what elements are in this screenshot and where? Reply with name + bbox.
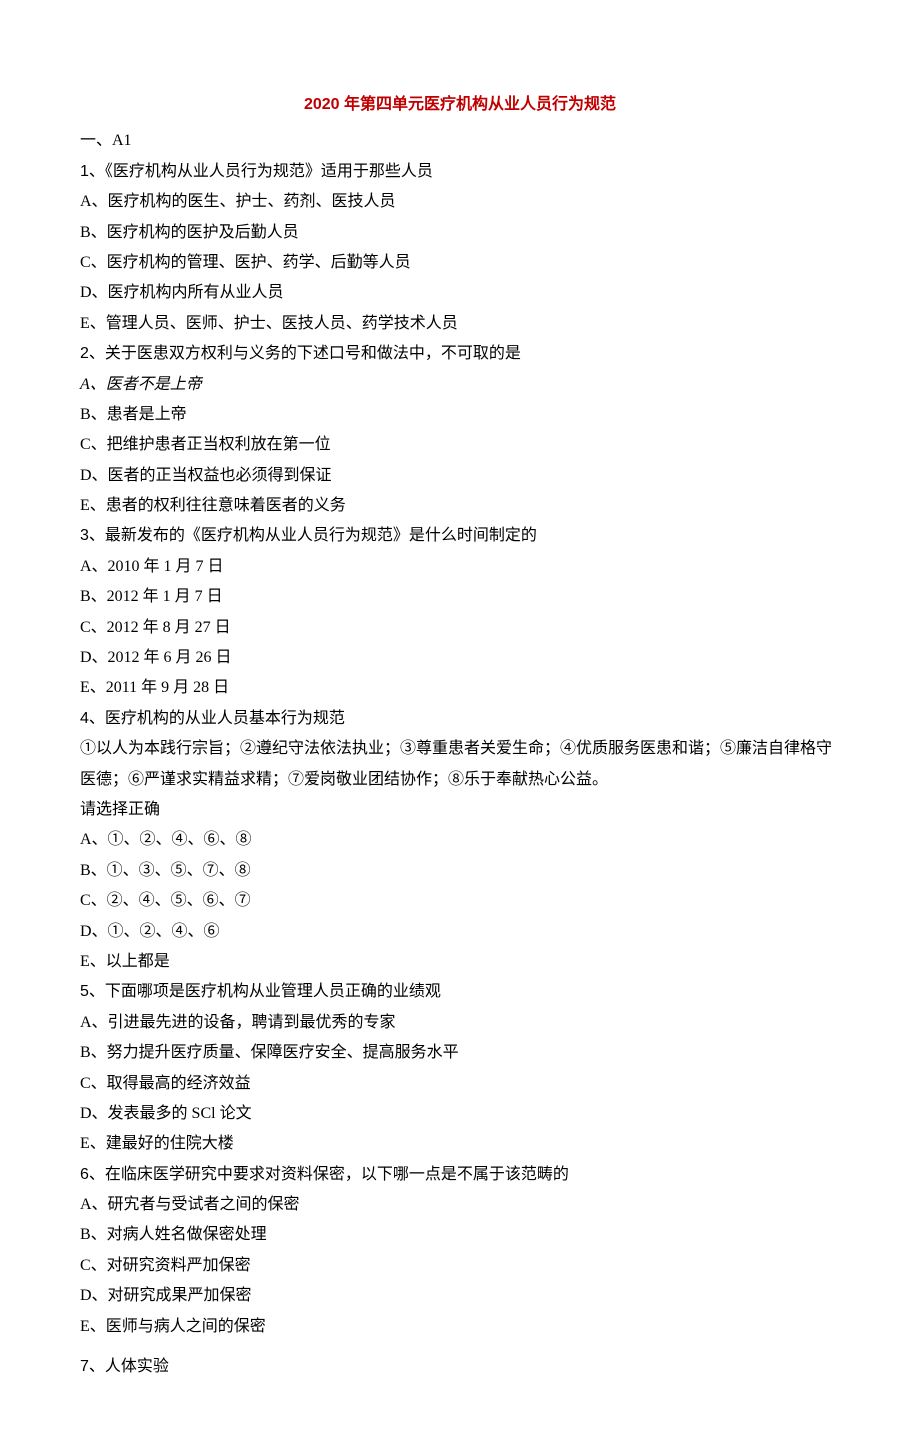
q5-stem: 5、下面哪项是医疗机构从业管理人员正确的业绩观: [80, 977, 840, 1007]
q1-option-e: E、管理人员、医师、护士、医技人员、药学技术人员: [80, 309, 840, 339]
q1-option-d: D、医疗机构内所有从业人员: [80, 278, 840, 308]
q1-option-b: B、医疗机构的医护及后勤人员: [80, 218, 840, 248]
q5-option-d: D、发表最多的 SCl 论文: [80, 1099, 840, 1129]
q5-option-c: C、取得最高的经济效益: [80, 1069, 840, 1099]
q3-option-b: B、2012 年 1 月 7 日: [80, 582, 840, 612]
q6-stem: 6、在临床医学研究中要求对资料保密，以下哪一点是不属于该范畴的: [80, 1160, 840, 1190]
section-label: 一、A1: [80, 126, 840, 156]
q1-option-a: A、医疗机构的医生、护士、药剂、医技人员: [80, 187, 840, 217]
q2-option-a: A、医者不是上帝: [80, 370, 840, 400]
q1-stem: 1、《医疗机构从业人员行为规范》适用于那些人员: [80, 157, 840, 187]
q2-option-e: E、患者的权利往往意味着医者的义务: [80, 491, 840, 521]
q2-option-d: D、医者的正当权益也必须得到保证: [80, 461, 840, 491]
q6-option-d: D、对研究成果严加保密: [80, 1281, 840, 1311]
q3-stem: 3、最新发布的《医疗机构从业人员行为规范》是什么时间制定的: [80, 521, 840, 551]
q6-option-b: B、对病人姓名做保密处理: [80, 1220, 840, 1250]
q3-option-e: E、2011 年 9 月 28 日: [80, 673, 840, 703]
q2-option-b: B、患者是上帝: [80, 400, 840, 430]
q6-option-e: E、医师与病人之间的保密: [80, 1312, 840, 1342]
q4-desc: ①以人为本践行宗旨；②遵纪守法依法执业；③尊重患者关爱生命；④优质服务医患和谐；…: [80, 734, 840, 795]
q4-option-a: A、①、②、④、⑥、⑧: [80, 825, 840, 855]
q3-option-d: D、2012 年 6 月 26 日: [80, 643, 840, 673]
q5-option-e: E、建最好的住院大楼: [80, 1129, 840, 1159]
q5-option-a: A、引进最先进的设备，聘请到最优秀的专家: [80, 1008, 840, 1038]
q4-option-c: C、②、④、⑤、⑥、⑦: [80, 886, 840, 916]
document-title: 2020 年第四单元医疗机构从业人员行为规范: [80, 90, 840, 120]
q4-option-b: B、①、③、⑤、⑦、⑧: [80, 856, 840, 886]
q7-stem: 7、人体实验: [80, 1352, 840, 1382]
q4-option-d: D、①、②、④、⑥: [80, 917, 840, 947]
q3-option-c: C、2012 年 8 月 27 日: [80, 613, 840, 643]
q4-prompt: 请选择正确: [80, 795, 840, 825]
q4-option-e: E、以上都是: [80, 947, 840, 977]
q2-option-c: C、把维护患者正当权利放在第一位: [80, 430, 840, 460]
q6-option-c: C、对研究资料严加保密: [80, 1251, 840, 1281]
q5-option-b: B、努力提升医疗质量、保障医疗安全、提高服务水平: [80, 1038, 840, 1068]
q6-option-a: A、研宄者与受试者之间的保密: [80, 1190, 840, 1220]
q1-option-c: C、医疗机构的管理、医护、药学、后勤等人员: [80, 248, 840, 278]
q3-option-a: A、2010 年 1 月 7 日: [80, 552, 840, 582]
q2-stem: 2、关于医患双方权利与义务的下述口号和做法中，不可取的是: [80, 339, 840, 369]
q4-stem: 4、医疗机构的从业人员基本行为规范: [80, 704, 840, 734]
